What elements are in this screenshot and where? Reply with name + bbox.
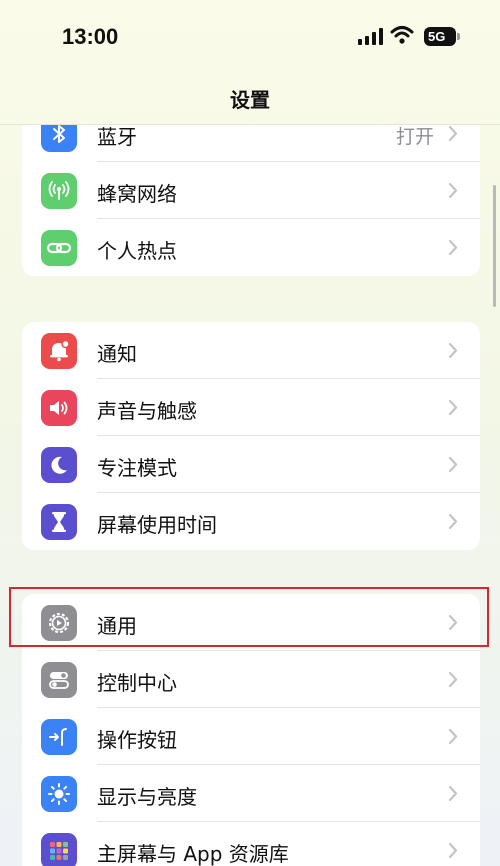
row-control-center[interactable]: 控制中心 — [22, 651, 480, 708]
battery-icon: 5G — [424, 27, 460, 46]
wifi-icon — [390, 26, 414, 44]
row-hotspot[interactable]: 个人热点 — [22, 219, 480, 276]
scrollbar[interactable] — [493, 185, 496, 307]
status-bar: 13:00 5G — [0, 0, 500, 70]
hourglass-icon — [41, 504, 77, 540]
page-title: 设置 — [230, 88, 270, 112]
chevron-right-icon — [448, 842, 458, 859]
row-screen-time[interactable]: 屏幕使用时间 — [22, 493, 480, 550]
row-label: 屏幕使用时间 — [97, 513, 217, 537]
chevron-right-icon — [448, 239, 458, 256]
row-label: 通用 — [97, 614, 137, 638]
speaker-icon — [41, 390, 77, 426]
action-button-icon — [41, 719, 77, 755]
row-display-brightness[interactable]: 显示与亮度 — [22, 765, 480, 822]
row-label: 蜂窝网络 — [97, 182, 177, 206]
cellular-antenna-icon — [41, 173, 77, 209]
row-label: 主屏幕与 App 资源库 — [97, 842, 289, 866]
row-value: 打开 — [395, 126, 434, 148]
row-label: 显示与亮度 — [97, 785, 197, 809]
row-action-button[interactable]: 操作按钮 — [22, 708, 480, 765]
row-label: 蓝牙 — [97, 125, 137, 149]
row-label: 声音与触感 — [97, 399, 197, 423]
row-label: 通知 — [97, 342, 137, 366]
settings-list[interactable]: 蓝牙 打开 蜂窝网络 个人热点 通知 声音与触感 专注模式 屏幕使用时间 通用 … — [0, 125, 500, 866]
chevron-right-icon — [448, 728, 458, 745]
nav-bar: 设置 — [0, 70, 500, 125]
chevron-right-icon — [448, 614, 458, 631]
hotspot-link-icon — [41, 230, 77, 266]
chevron-right-icon — [448, 456, 458, 473]
chevron-right-icon — [448, 785, 458, 802]
chevron-right-icon — [448, 182, 458, 199]
app-grid-icon — [41, 833, 77, 866]
chevron-right-icon — [448, 342, 458, 359]
row-focus[interactable]: 专注模式 — [22, 436, 480, 493]
row-general[interactable]: 通用 — [22, 594, 480, 651]
group-general: 通用 控制中心 操作按钮 显示与亮度 主屏幕与 App 资源库 — [22, 594, 480, 866]
row-bluetooth[interactable]: 蓝牙 打开 — [22, 125, 480, 162]
bluetooth-icon — [41, 125, 77, 152]
row-cellular[interactable]: 蜂窝网络 — [22, 162, 480, 219]
moon-icon — [41, 447, 77, 483]
row-label: 操作按钮 — [97, 728, 177, 752]
chevron-right-icon — [448, 671, 458, 688]
chevron-right-icon — [448, 125, 458, 142]
notification-bell-icon — [41, 333, 77, 369]
row-sounds[interactable]: 声音与触感 — [22, 379, 480, 436]
row-notifications[interactable]: 通知 — [22, 322, 480, 379]
battery-label: 5G — [428, 29, 446, 44]
toggles-icon — [41, 662, 77, 698]
chevron-right-icon — [448, 399, 458, 416]
gear-icon — [41, 605, 77, 641]
row-label: 专注模式 — [97, 456, 177, 480]
group-connectivity: 蓝牙 打开 蜂窝网络 个人热点 — [22, 125, 480, 276]
row-home-screen[interactable]: 主屏幕与 App 资源库 — [22, 822, 480, 866]
signal-icon — [358, 28, 383, 45]
row-label: 控制中心 — [97, 671, 177, 695]
group-notifications: 通知 声音与触感 专注模式 屏幕使用时间 — [22, 322, 480, 550]
chevron-right-icon — [448, 513, 458, 530]
row-label: 个人热点 — [97, 239, 177, 263]
sun-icon — [41, 776, 77, 812]
status-time: 13:00 — [62, 24, 119, 49]
